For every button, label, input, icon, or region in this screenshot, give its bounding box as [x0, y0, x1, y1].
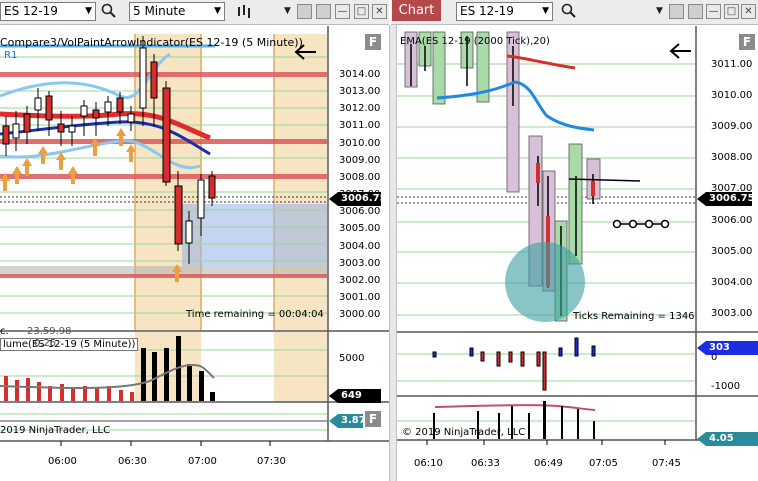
- price-tick-label: 3014.00: [339, 69, 381, 80]
- f-box[interactable]: F: [365, 34, 381, 50]
- time-label: 06:49: [534, 458, 563, 469]
- price-tick-label: 3002.00: [339, 274, 381, 286]
- price-tick-label: 3006.00: [339, 206, 381, 218]
- instrument-selector-right[interactable]: ES 12-19 ▼: [456, 2, 553, 21]
- copyright: 2019 NinjaTrader, LLC: [0, 425, 111, 436]
- volume-label-top: c.: [0, 326, 9, 337]
- price-tag: 3006.75: [329, 192, 381, 206]
- price-tick-label: 3005.00: [711, 245, 753, 257]
- volume-label-num2: 0.25: [34, 338, 57, 349]
- instrument-value: ES 12-19: [4, 4, 58, 18]
- volume-label-num: 23.59.98: [27, 326, 72, 337]
- chevron-down-icon: ▼: [85, 6, 92, 16]
- minimize-button[interactable]: —: [335, 4, 350, 19]
- toolbar-button-2[interactable]: [688, 4, 703, 19]
- price-tick-label: 3012.00: [339, 103, 381, 115]
- volume-tag: 649: [329, 389, 381, 403]
- price-tick-label: 3009.00: [711, 121, 753, 133]
- price-tick-label: 3004.00: [711, 276, 753, 288]
- price-tick-label: 3001.00: [339, 291, 381, 303]
- price-tick-label: 3013.00: [339, 86, 381, 98]
- instrument-value: ES 12-19: [460, 4, 514, 18]
- time-label: 07:30: [257, 456, 286, 467]
- ema-label: EMA(ES 12-19 (2000 Tick),20): [400, 36, 550, 47]
- delta-tick: 0: [711, 352, 718, 363]
- minimize-button[interactable]: —: [706, 4, 721, 19]
- toolbar-button-1[interactable]: [297, 4, 312, 19]
- price-tick-label: 3005.00: [339, 223, 381, 235]
- r1-label: R1: [4, 50, 18, 61]
- volume-label: lume(ES 12-19 (5 Minute)): [0, 338, 139, 351]
- f-box[interactable]: F: [365, 411, 381, 427]
- price-tick-label: 3006.00: [711, 214, 753, 226]
- time-label: 07:00: [188, 456, 217, 467]
- copyright: © 2019 NinjaTrader, LLC: [402, 427, 526, 438]
- search-icon[interactable]: [100, 3, 117, 20]
- instrument-selector[interactable]: ES 12-19 ▼: [0, 2, 96, 21]
- time-label: 06:30: [118, 456, 147, 467]
- chevron-down-icon[interactable]: ▼: [279, 3, 296, 20]
- price-tick-label: 3008.00: [711, 152, 753, 164]
- toolbar-button-2[interactable]: [316, 4, 331, 19]
- interval-value: 5 Minute: [133, 4, 186, 18]
- price-tick-label: 3010.00: [339, 137, 381, 149]
- price-tag: 3006.75: [697, 192, 752, 206]
- close-button[interactable]: ✕: [741, 4, 756, 19]
- maximize-button[interactable]: □: [724, 4, 739, 19]
- time-label: 06:10: [414, 458, 443, 469]
- delta-tag: 303: [697, 341, 758, 355]
- left-chart[interactable]: [0, 26, 389, 481]
- price-tick-label: 3003.00: [711, 307, 753, 319]
- chevron-down-icon: ▼: [214, 6, 221, 16]
- time-label: 06:33: [471, 458, 500, 469]
- chart-tab[interactable]: Chart: [392, 0, 441, 21]
- time-label: 06:00: [48, 456, 77, 467]
- time-label: 07:05: [589, 458, 618, 469]
- maximize-button[interactable]: □: [354, 4, 369, 19]
- indicator-label: Compare3/VolPaintArrowIndicator(ES 12-19…: [0, 36, 303, 49]
- delta-tick: -1000: [711, 381, 741, 392]
- ticks-remaining: Ticks Remaining = 1346: [573, 311, 695, 322]
- price-tick-label: 3008.00: [339, 171, 381, 183]
- chevron-down-icon: ▼: [542, 6, 549, 16]
- price-tick-label: 3009.00: [339, 154, 381, 166]
- time-remaining: Time remaining = 00:04:04: [186, 309, 324, 320]
- price-tick-label: 3004.00: [339, 240, 381, 252]
- time-label: 07:45: [652, 458, 681, 469]
- volume-tick: 5000: [339, 353, 365, 364]
- price-tick-label: 3010.00: [711, 90, 753, 102]
- price-tick-label: 3003.00: [339, 257, 381, 269]
- price-tick-label: 3000.00: [339, 309, 381, 321]
- price-tick-label: 3011.00: [339, 120, 381, 132]
- window-divider[interactable]: [389, 25, 397, 481]
- right-chart[interactable]: [397, 26, 758, 481]
- f-box[interactable]: F: [739, 34, 755, 50]
- indicator-tag: 4.05: [697, 432, 758, 446]
- chevron-down-icon[interactable]: ▼: [651, 3, 668, 20]
- price-tick-label: 3011.00: [711, 59, 753, 70]
- toolbar-button-1[interactable]: [669, 4, 684, 19]
- bar-type-icon[interactable]: [236, 3, 253, 20]
- search-icon[interactable]: [560, 3, 577, 20]
- interval-selector[interactable]: 5 Minute ▼: [129, 2, 225, 21]
- close-button[interactable]: ✕: [372, 4, 387, 19]
